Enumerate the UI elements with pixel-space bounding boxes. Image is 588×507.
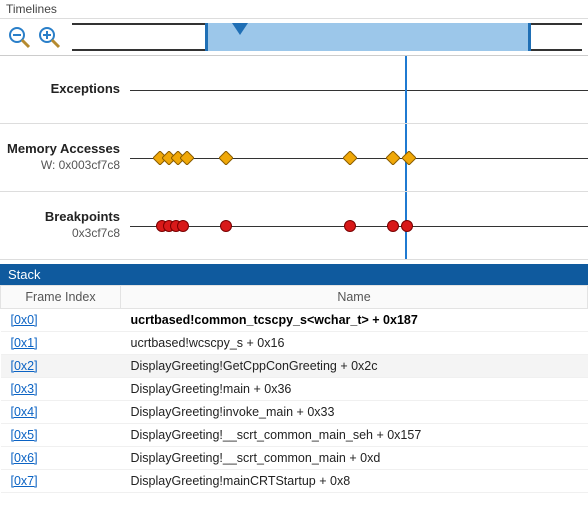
timeline-axis (130, 158, 588, 159)
stack-frame-name: ucrtbased!common_tcscpy_s<wchar_t> + 0x1… (121, 309, 588, 332)
stack-frame-name: DisplayGreeting!__scrt_common_main_seh +… (121, 424, 588, 447)
timeline-row: Breakpoints0x3cf7c8 (0, 192, 588, 260)
stack-frame-link[interactable]: [0x5] (11, 428, 38, 442)
timelines-toolbar (0, 19, 588, 56)
stack-table: Frame Index Name [0x0] ucrtbased!common_t… (0, 285, 588, 493)
breakpoint-event[interactable] (176, 219, 189, 232)
timeline-axis (130, 226, 588, 227)
stack-frame-index: [0x4] (1, 401, 121, 424)
stack-frame-link[interactable]: [0x3] (11, 382, 38, 396)
breakpoint-event[interactable] (220, 219, 233, 232)
stack-frame-name: DisplayGreeting!mainCRTStartup + 0x8 (121, 470, 588, 493)
stack-frame-index: [0x7] (1, 470, 121, 493)
stack-frame-name: DisplayGreeting!main + 0x36 (121, 378, 588, 401)
stack-frame-name: DisplayGreeting!__scrt_common_main + 0xd (121, 447, 588, 470)
stack-row[interactable]: [0x3] DisplayGreeting!main + 0x36 (1, 378, 588, 401)
timelines-title: Timelines (0, 0, 588, 19)
stack-row[interactable]: [0x4] DisplayGreeting!invoke_main + 0x33 (1, 401, 588, 424)
breakpoint-event[interactable] (343, 219, 356, 232)
timeline-row: Exceptions (0, 56, 588, 124)
stack-frame-index: [0x0] (1, 309, 121, 332)
timeline-track[interactable] (130, 192, 588, 259)
timeline-label: Breakpoints0x3cf7c8 (0, 209, 130, 241)
stack-frame-link[interactable]: [0x7] (11, 474, 38, 488)
zoom-in-button[interactable] (36, 24, 62, 50)
zoom-in-icon (37, 25, 61, 49)
stack-frame-link[interactable]: [0x0] (11, 313, 38, 327)
memory-access-event[interactable] (386, 151, 400, 165)
stack-row[interactable]: [0x6] DisplayGreeting!__scrt_common_main … (1, 447, 588, 470)
memory-access-event[interactable] (402, 151, 416, 165)
timeline-label-title: Exceptions (0, 81, 120, 98)
stack-frame-index: [0x5] (1, 424, 121, 447)
stack-frame-index: [0x2] (1, 355, 121, 378)
timeline-label-title: Memory Accesses (0, 141, 120, 158)
timeline-track[interactable] (130, 124, 588, 191)
stack-frame-link[interactable]: [0x2] (11, 359, 38, 373)
stack-row[interactable]: [0x7] DisplayGreeting!mainCRTStartup + 0x… (1, 470, 588, 493)
overview-cursor-marker[interactable] (232, 23, 248, 35)
overview-range[interactable] (205, 23, 531, 51)
timeline-track[interactable] (130, 56, 588, 123)
stack-col-frame[interactable]: Frame Index (1, 286, 121, 309)
timeline-row: Memory AccessesW: 0x003cf7c8 (0, 124, 588, 192)
timeline-label-sub: 0x3cf7c8 (0, 226, 120, 242)
memory-access-event[interactable] (343, 151, 357, 165)
stack-col-name[interactable]: Name (121, 286, 588, 309)
breakpoint-event[interactable] (387, 219, 400, 232)
stack-title: Stack (0, 264, 588, 285)
timeline-label: Memory AccessesW: 0x003cf7c8 (0, 141, 130, 173)
timeline-axis (130, 90, 588, 91)
stack-frame-index: [0x6] (1, 447, 121, 470)
timeline-label-sub: W: 0x003cf7c8 (0, 158, 120, 174)
timeline-rows: Exceptions Memory AccessesW: 0x003cf7c8 Br… (0, 56, 588, 260)
stack-frame-link[interactable]: [0x1] (11, 336, 38, 350)
memory-access-event[interactable] (219, 151, 233, 165)
stack-frame-index: [0x1] (1, 332, 121, 355)
stack-row[interactable]: [0x5] DisplayGreeting!__scrt_common_main_… (1, 424, 588, 447)
stack-frame-name: DisplayGreeting!GetCppConGreeting + 0x2c (121, 355, 588, 378)
breakpoint-event[interactable] (401, 219, 414, 232)
memory-access-event[interactable] (180, 151, 194, 165)
timeline-cursor[interactable] (405, 56, 407, 123)
zoom-out-button[interactable] (6, 24, 32, 50)
stack-frame-link[interactable]: [0x6] (11, 451, 38, 465)
stack-frame-index: [0x3] (1, 378, 121, 401)
timeline-overview[interactable] (72, 23, 582, 51)
stack-frame-link[interactable]: [0x4] (11, 405, 38, 419)
timeline-label: Exceptions (0, 81, 130, 98)
stack-row[interactable]: [0x1] ucrtbased!wcscpy_s + 0x16 (1, 332, 588, 355)
stack-row[interactable]: [0x2] DisplayGreeting!GetCppConGreeting +… (1, 355, 588, 378)
timeline-label-title: Breakpoints (0, 209, 120, 226)
zoom-out-icon (7, 25, 31, 49)
stack-frame-name: DisplayGreeting!invoke_main + 0x33 (121, 401, 588, 424)
stack-row[interactable]: [0x0] ucrtbased!common_tcscpy_s<wchar_t> … (1, 309, 588, 332)
stack-frame-name: ucrtbased!wcscpy_s + 0x16 (121, 332, 588, 355)
